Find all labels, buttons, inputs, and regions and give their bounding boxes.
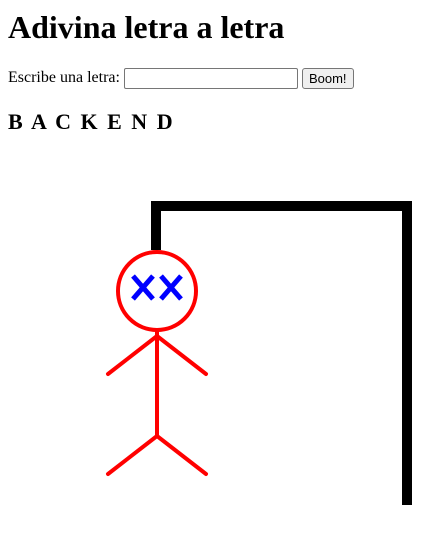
- hanged-man: [106, 250, 208, 476]
- gallows: [151, 201, 412, 505]
- dead-eyes: [131, 274, 183, 301]
- gallows-frame: [151, 201, 412, 505]
- left-leg: [106, 434, 159, 476]
- hangman-drawing: [106, 201, 412, 505]
- head: [116, 250, 198, 332]
- left-arm: [106, 334, 159, 376]
- right-arm: [155, 334, 208, 376]
- right-leg: [155, 434, 208, 476]
